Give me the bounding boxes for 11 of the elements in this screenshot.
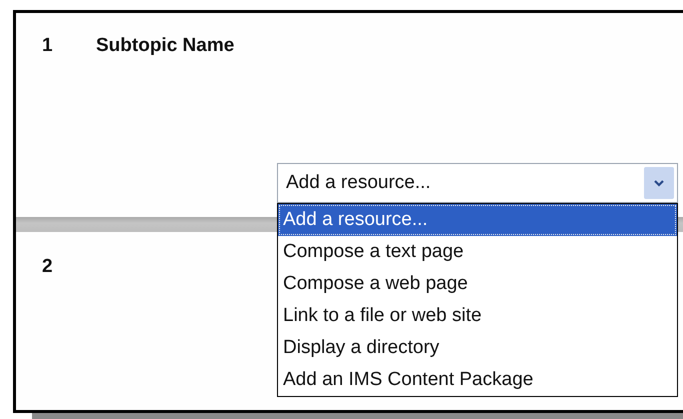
section-number: 2 (42, 256, 54, 278)
dropdown-option[interactable]: Compose a text page (278, 236, 677, 268)
section-number: 1 (42, 35, 54, 57)
dropdown-option[interactable]: Add a resource... (278, 204, 677, 236)
resource-select[interactable]: Add a resource... (277, 163, 678, 203)
dropdown-option[interactable]: Add an IMS Content Package (278, 364, 677, 396)
dropdown-option[interactable]: Link to a file or web site (278, 300, 677, 332)
dropdown-option[interactable]: Display a directory (278, 332, 677, 364)
caret-icon (654, 180, 664, 186)
dropdown-option[interactable]: Compose a web page (278, 268, 677, 300)
section-title: Subtopic Name (96, 35, 234, 57)
